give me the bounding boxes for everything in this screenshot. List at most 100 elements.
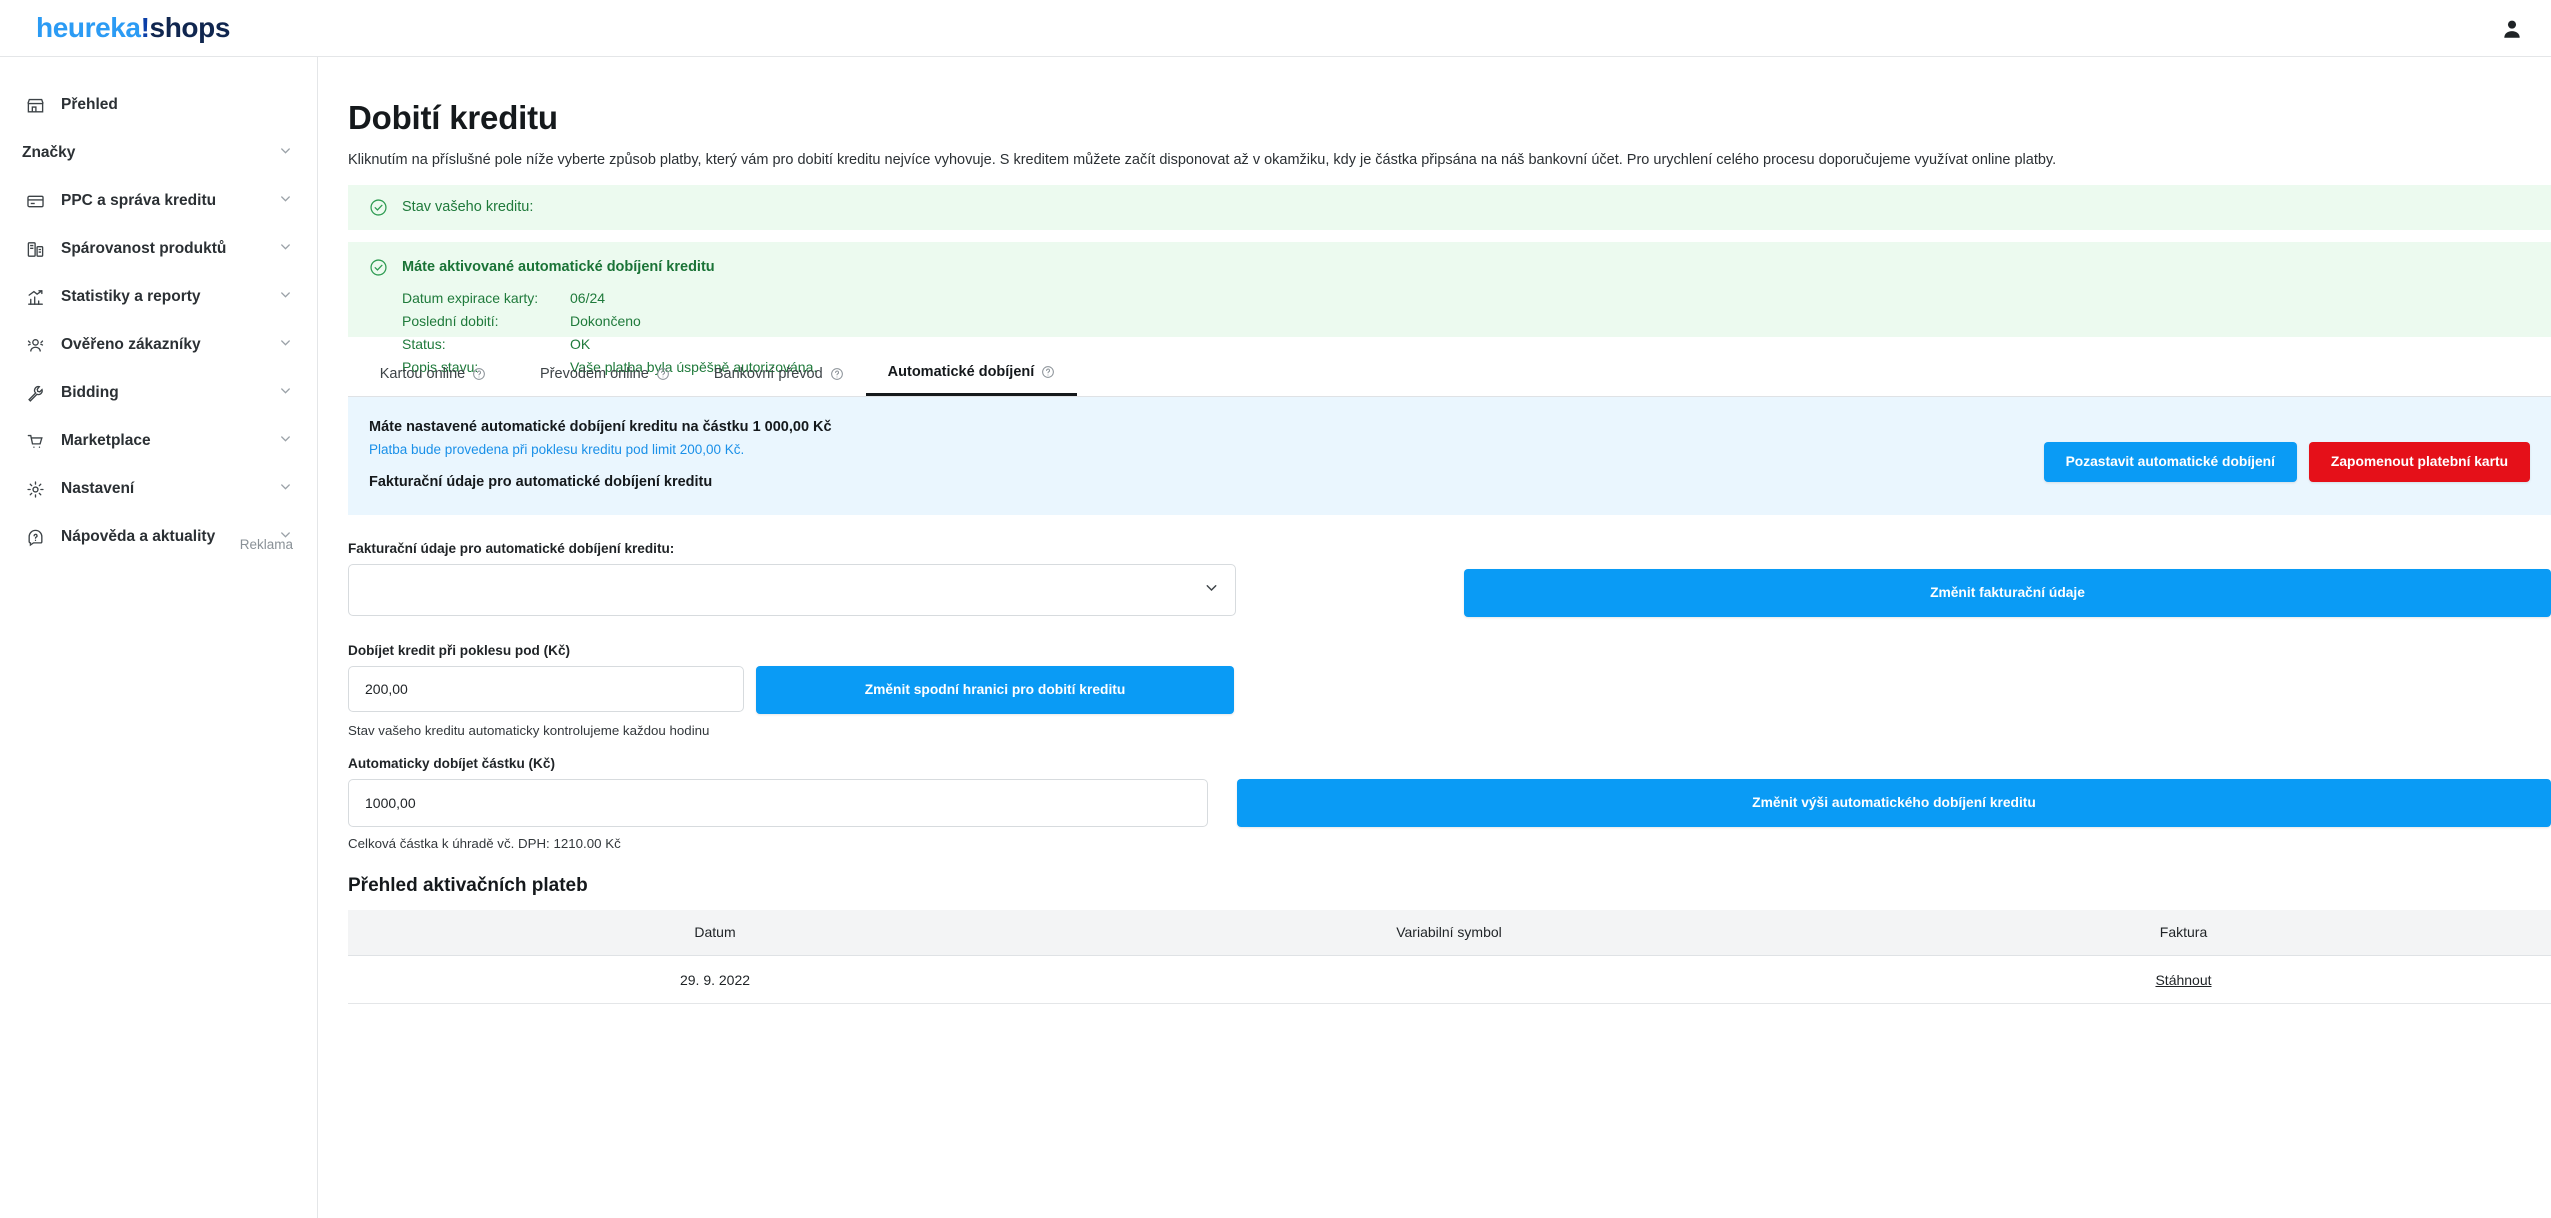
chevron-down-icon xyxy=(278,479,293,499)
threshold-input-row: Změnit spodní hranici pro dobití kreditu xyxy=(348,665,2551,714)
tab-label: Automatické dobíjení xyxy=(887,364,1035,381)
payments-table-body: 29. 9. 2022 Stáhnout xyxy=(348,955,2551,1005)
chevron-down-icon xyxy=(278,287,293,307)
tab-kartou-online[interactable]: Kartou online xyxy=(348,352,518,396)
column-header-datum: Datum xyxy=(348,909,1082,957)
sidebar-item-bidding[interactable]: Bidding xyxy=(0,369,317,417)
payments-section: Přehled aktivačních plateb Datum Variabi… xyxy=(319,875,2551,1005)
sidebar-item-marketplace[interactable]: Marketplace xyxy=(0,417,317,465)
billing-select-label: Fakturační údaje pro automatické dobíjen… xyxy=(348,540,675,556)
credit-status-banner: Stav vašeho kreditu: xyxy=(348,184,2551,230)
sidebar-item-label: Přehled xyxy=(61,96,118,113)
tab-prevodem-online[interactable]: Převodem online xyxy=(518,352,692,396)
billing-select[interactable] xyxy=(348,563,1236,616)
sidebar-item-label: Statistiky a reporty xyxy=(61,288,201,305)
amount-input-row: Změnit výši automatického dobíjení kredi… xyxy=(348,778,2551,827)
sidebar-item-znacky[interactable]: Značky xyxy=(0,129,317,177)
sidebar-item-prehled[interactable]: Přehled xyxy=(0,81,317,129)
table-row: 29. 9. 2022 Stáhnout xyxy=(348,955,2551,1005)
tab-label: Kartou online xyxy=(379,365,466,382)
cell-symbol xyxy=(1082,955,1816,1005)
payments-title: Přehled aktivačních plateb xyxy=(348,874,588,896)
chevron-down-icon xyxy=(278,383,293,403)
tab-label: Bankovní převod xyxy=(713,365,823,382)
brand-part-3: shops xyxy=(149,12,231,43)
detail-value: 06/24 xyxy=(570,289,606,306)
question-mark-icon[interactable] xyxy=(830,367,844,381)
cell-datum: 29. 9. 2022 xyxy=(348,955,1082,1005)
sidebar-item-label: Nápověda a aktuality xyxy=(61,528,216,545)
user-account-button[interactable] xyxy=(2497,14,2527,44)
billing-row: Fakturační údaje pro automatické dobíjen… xyxy=(348,541,2551,621)
sidebar: Přehled Značky PPC a správa kreditu Spár… xyxy=(0,57,318,1218)
tab-bankovni-prevod[interactable]: Bankovní převod xyxy=(692,352,866,396)
top-bar: heureka!shops xyxy=(0,0,2551,57)
sidebar-item-label: PPC a správa kreditu xyxy=(61,192,217,209)
threshold-note: Stav vašeho kreditu automaticky kontrolu… xyxy=(348,722,710,738)
forget-card-button[interactable]: Zapomenout platební kartu xyxy=(2308,441,2530,482)
page-title: Dobití kreditu xyxy=(348,99,558,136)
gear-icon xyxy=(22,478,48,500)
amount-row: Automaticky dobíjet částku (Kč) Změnit v… xyxy=(348,756,2551,851)
autotopup-amount-text: Máte nastavené automatické dobíjení kred… xyxy=(369,418,832,435)
brand-logo[interactable]: heureka!shops xyxy=(36,12,230,44)
threshold-row: Dobíjet kredit při poklesu pod (Kč) Změn… xyxy=(348,643,2551,738)
customers-icon xyxy=(22,334,48,356)
brand-part-2: ! xyxy=(140,12,150,43)
change-billing-button[interactable]: Změnit fakturační údaje xyxy=(1464,568,2551,617)
change-threshold-button[interactable]: Změnit spodní hranici pro dobití kreditu xyxy=(756,665,1234,714)
amount-note: Celková částka k úhradě vč. DPH: 1210.00… xyxy=(348,835,621,851)
question-mark-icon[interactable] xyxy=(472,367,486,381)
products-icon xyxy=(22,238,48,260)
sidebar-item-overeno[interactable]: Ověřeno zákazníky xyxy=(0,321,317,369)
chevron-down-icon xyxy=(278,335,293,355)
credit-status-text: Stav vašeho kreditu: xyxy=(402,199,534,216)
autotopup-summary-panel: Máte nastavené automatické dobíjení kred… xyxy=(348,396,2551,515)
main-content: Dobití kreditu Kliknutím na příslušné po… xyxy=(319,57,2551,1218)
chevron-down-icon xyxy=(278,191,293,211)
tab-label: Převodem online xyxy=(540,365,649,382)
threshold-label: Dobíjet kredit při poklesu pod (Kč) xyxy=(348,642,571,658)
sidebar-item-label: Ověřeno zákazníky xyxy=(61,336,201,353)
chevron-down-icon xyxy=(278,143,293,163)
autotopup-heading: Máte aktivované automatické dobíjení kre… xyxy=(402,259,715,276)
question-mark-icon[interactable] xyxy=(1041,365,1055,379)
billing-select-wrap xyxy=(348,563,1236,616)
detail-value: Dokončeno xyxy=(570,312,641,329)
amount-input[interactable] xyxy=(348,778,1208,827)
tab-automaticke-dobijeni[interactable]: Automatické dobíjení xyxy=(865,352,1078,396)
payment-method-tabs: Kartou online Převodem online Bankovní p… xyxy=(348,353,2551,397)
payments-table-head: Datum Variabilní symbol Faktura xyxy=(348,909,2551,957)
detail-key: Poslední dobití: xyxy=(402,312,499,329)
autotopup-heading-row: Máte aktivované automatické dobíjení kre… xyxy=(369,258,2551,277)
credit-card-icon xyxy=(22,190,48,212)
page-description: Kliknutím na příslušné pole níže vyberte… xyxy=(348,152,2057,168)
detail-row: Datum expirace karty: 06/24 xyxy=(402,290,817,313)
payments-table: Datum Variabilní symbol Faktura 29. 9. 2… xyxy=(348,909,2551,1005)
sidebar-item-label: Nastavení xyxy=(61,480,135,497)
sidebar-item-ppc[interactable]: PPC a správa kreditu xyxy=(0,177,317,225)
pause-autotopup-button[interactable]: Pozastavit automatické dobíjení xyxy=(2043,441,2297,482)
change-amount-button[interactable]: Změnit výši automatického dobíjení kredi… xyxy=(1237,778,2551,827)
chart-icon xyxy=(22,286,48,308)
threshold-input[interactable] xyxy=(348,665,744,712)
brand-part-1: heureka xyxy=(36,12,141,43)
download-invoice-link[interactable]: Stáhnout xyxy=(2155,972,2211,988)
detail-key: Datum expirace karty: xyxy=(402,289,539,306)
sidebar-item-nastaveni[interactable]: Nastavení xyxy=(0,465,317,513)
cell-faktura: Stáhnout xyxy=(1816,955,2551,1005)
detail-row: Poslední dobití: Dokončeno xyxy=(402,313,817,336)
question-mark-icon[interactable] xyxy=(656,367,670,381)
sidebar-item-statistiky[interactable]: Statistiky a reporty xyxy=(0,273,317,321)
reklama-label: Reklama xyxy=(239,537,293,552)
sidebar-item-label: Značky xyxy=(22,144,76,161)
sidebar-item-label: Marketplace xyxy=(61,432,151,449)
column-header-faktura: Faktura xyxy=(1816,909,2551,957)
user-icon xyxy=(2504,20,2520,38)
sidebar-item-sparovanost[interactable]: Spárovanost produktů xyxy=(0,225,317,273)
cart-icon xyxy=(22,430,48,452)
sidebar-item-label: Spárovanost produktů xyxy=(61,240,227,257)
check-circle-icon xyxy=(369,258,388,277)
store-icon xyxy=(22,94,48,116)
sidebar-item-label: Bidding xyxy=(61,384,119,401)
